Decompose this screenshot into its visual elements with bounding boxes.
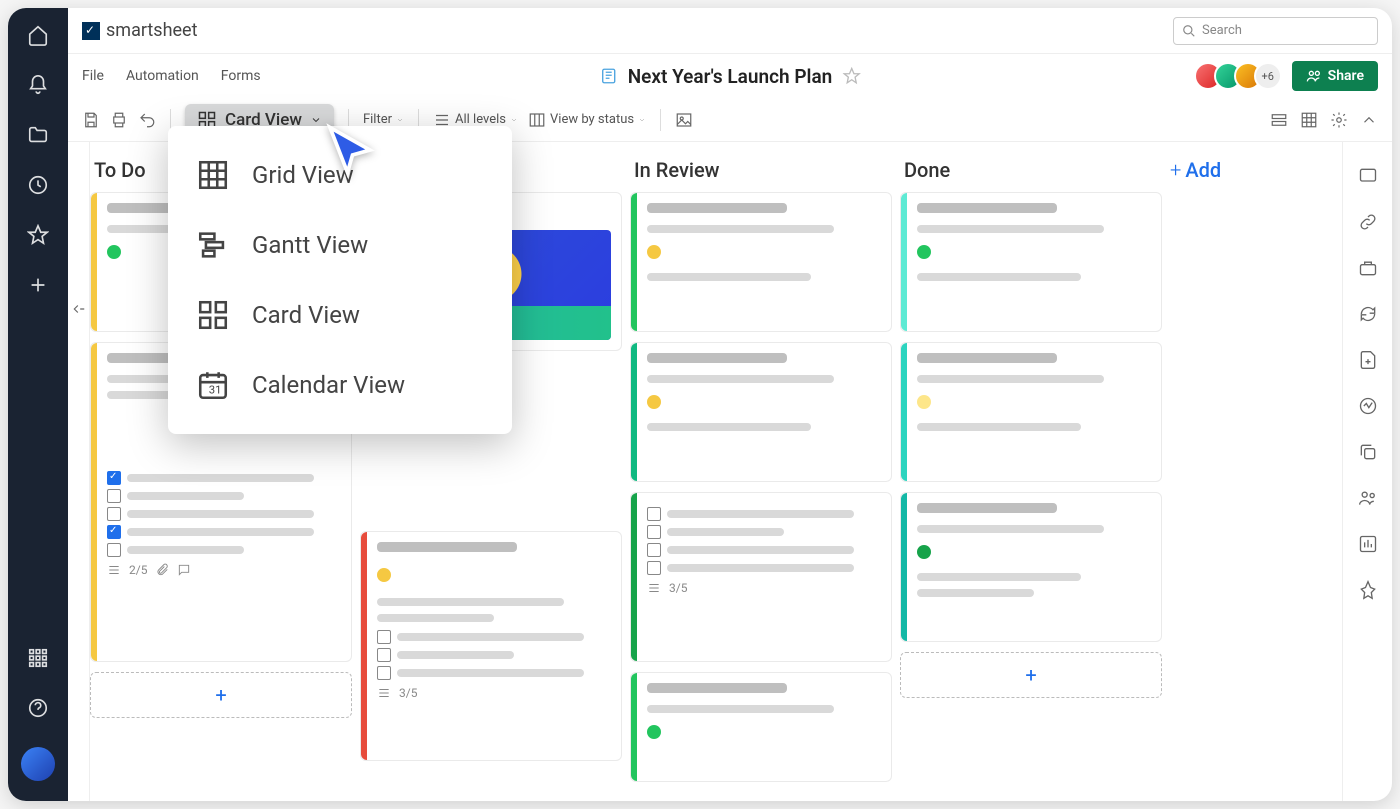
search-icon	[1182, 24, 1196, 38]
document-title: Next Year's Launch Plan	[600, 65, 861, 88]
chat-icon[interactable]	[1358, 166, 1378, 186]
menu-forms[interactable]: Forms	[221, 68, 261, 84]
history-icon[interactable]	[27, 174, 49, 196]
collapse-strip[interactable]	[68, 142, 90, 801]
document-icon	[600, 67, 618, 85]
image-icon[interactable]	[675, 111, 693, 129]
add-column-button[interactable]: + Add	[1170, 158, 1270, 182]
add-card-button[interactable]: +	[900, 652, 1162, 698]
collapse-icon	[72, 302, 86, 316]
card[interactable]	[630, 192, 892, 332]
refresh-icon[interactable]	[1358, 304, 1378, 324]
viewby-label: View by status	[550, 112, 634, 127]
card[interactable]	[630, 672, 892, 782]
gantt-view-icon	[196, 228, 230, 262]
people-icon[interactable]	[1358, 488, 1378, 508]
apps-icon[interactable]	[27, 647, 49, 669]
card[interactable]: 3/5	[630, 492, 892, 662]
chevron-down-icon	[396, 116, 404, 124]
pin-icon[interactable]	[1358, 580, 1378, 600]
checklist-count: 3/5	[399, 686, 417, 700]
share-button[interactable]: Share	[1292, 61, 1378, 91]
search-placeholder: Search	[1202, 23, 1242, 38]
row-view-icon[interactable]	[1270, 111, 1288, 129]
menu-automation[interactable]: Automation	[126, 68, 199, 84]
chevron-down-icon	[510, 116, 518, 124]
dropdown-calendar-view[interactable]: 31 Calendar View	[168, 350, 512, 420]
cursor-pointer-icon	[320, 120, 380, 180]
column-title: Done	[900, 152, 1162, 192]
copy-icon[interactable]	[1358, 442, 1378, 462]
card-view-icon	[196, 298, 230, 332]
people-icon	[1306, 68, 1322, 84]
checklist-count: 3/5	[669, 581, 687, 595]
favorite-star-icon[interactable]	[842, 67, 860, 85]
attachment-icon	[155, 563, 169, 577]
dropdown-label: Gantt View	[252, 231, 368, 259]
calendar-view-icon: 31	[196, 368, 230, 402]
topbar: smartsheet Search	[68, 8, 1392, 54]
svg-text:31: 31	[209, 383, 222, 397]
star-icon[interactable]	[27, 224, 49, 246]
dropdown-card-view[interactable]: Card View	[168, 280, 512, 350]
checklist-count: 2/5	[129, 563, 147, 577]
checklist-icon	[647, 581, 661, 595]
file-add-icon[interactable]	[1358, 350, 1378, 370]
activity-icon[interactable]	[1358, 396, 1378, 416]
comment-icon	[177, 563, 191, 577]
viewby-dropdown[interactable]: View by status	[528, 111, 646, 129]
help-icon[interactable]	[27, 697, 49, 719]
logo-mark-icon	[82, 22, 100, 40]
card[interactable]	[900, 492, 1162, 642]
card[interactable]: 3/5	[360, 531, 622, 761]
menubar: File Automation Forms Next Year's Launch…	[68, 54, 1392, 98]
document-title-text: Next Year's Launch Plan	[628, 65, 833, 88]
user-avatar[interactable]	[21, 747, 55, 781]
add-column-label: Add	[1185, 158, 1221, 182]
menu-file[interactable]: File	[82, 68, 104, 84]
chart-icon[interactable]	[1358, 534, 1378, 554]
link-icon[interactable]	[1358, 212, 1378, 232]
share-label: Share	[1328, 68, 1364, 84]
gear-icon[interactable]	[1330, 111, 1348, 129]
save-icon[interactable]	[82, 111, 100, 129]
logo: smartsheet	[82, 20, 197, 41]
column-in-review: In Review	[630, 152, 892, 791]
add-card-button[interactable]: +	[90, 672, 352, 718]
card[interactable]	[900, 192, 1162, 332]
logo-text: smartsheet	[106, 20, 197, 41]
levels-label: All levels	[455, 112, 506, 127]
chevron-down-icon	[638, 116, 646, 124]
avatar-overflow[interactable]: +6	[1254, 62, 1282, 90]
grid-view-icon	[196, 158, 230, 192]
undo-icon[interactable]	[138, 111, 156, 129]
card[interactable]	[630, 342, 892, 482]
add-icon[interactable]	[27, 274, 49, 296]
right-rail	[1342, 142, 1392, 801]
checklist-icon	[107, 563, 121, 577]
notifications-icon[interactable]	[27, 74, 49, 96]
chevron-up-icon[interactable]	[1360, 111, 1378, 129]
dropdown-gantt-view[interactable]: Gantt View	[168, 210, 512, 280]
column-done: Done	[900, 152, 1162, 791]
nav-rail	[8, 8, 68, 801]
collaborator-avatars[interactable]: +6	[1202, 62, 1282, 90]
columns-icon	[528, 111, 546, 129]
add-column: + Add	[1170, 152, 1270, 791]
grid-icon[interactable]	[1300, 111, 1318, 129]
folder-icon[interactable]	[27, 124, 49, 146]
dropdown-label: Calendar View	[252, 371, 405, 399]
search-input[interactable]: Search	[1173, 17, 1378, 45]
briefcase-icon[interactable]	[1358, 258, 1378, 278]
column-title: In Review	[630, 152, 892, 192]
dropdown-label: Card View	[252, 301, 360, 329]
print-icon[interactable]	[110, 111, 128, 129]
home-icon[interactable]	[27, 24, 49, 46]
checklist-icon	[377, 686, 391, 700]
card[interactable]	[900, 342, 1162, 482]
